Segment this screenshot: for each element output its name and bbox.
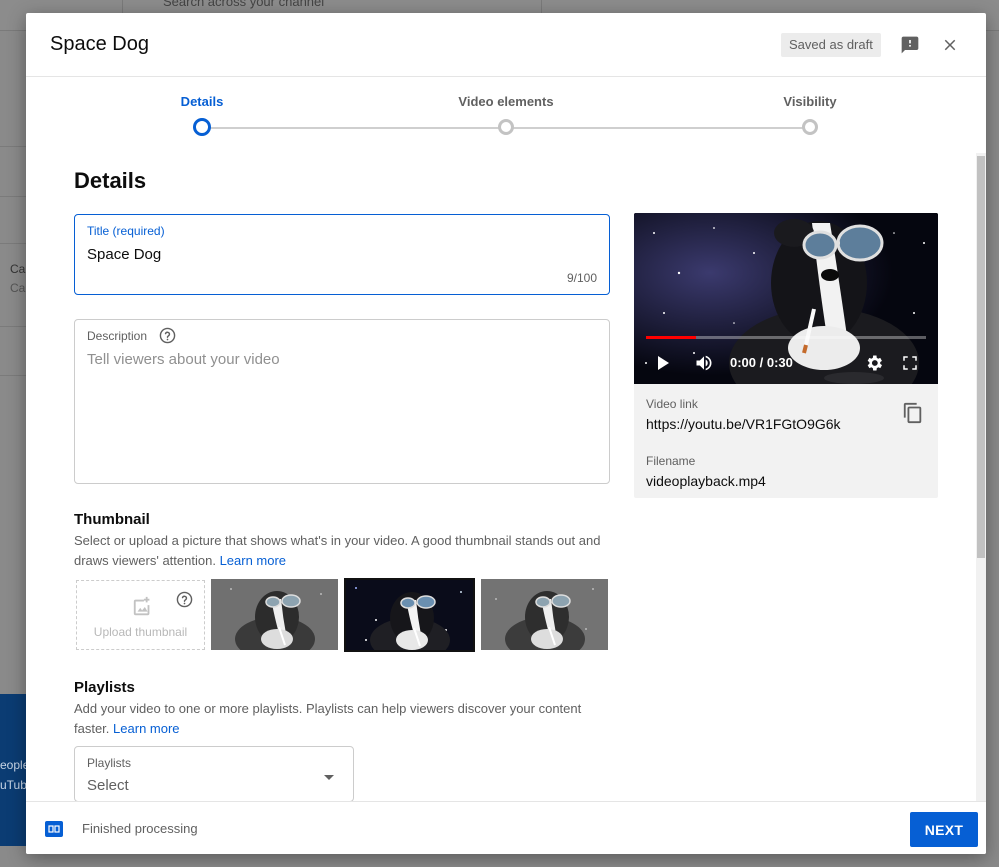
background-divider bbox=[0, 243, 26, 244]
playlists-description: Add your video to one or more playlists.… bbox=[74, 699, 594, 739]
background-text: Ca bbox=[10, 281, 26, 295]
title-field[interactable]: Title (required) Space Dog 9/100 bbox=[74, 214, 610, 295]
video-link-label: Video link bbox=[646, 397, 698, 411]
details-heading: Details bbox=[74, 168, 147, 193]
add-photo-icon bbox=[132, 596, 154, 623]
playlists-select-label: Playlists bbox=[87, 756, 132, 770]
background-divider bbox=[0, 146, 26, 147]
step-visibility-label[interactable]: Visibility bbox=[783, 94, 836, 109]
help-icon[interactable] bbox=[176, 591, 193, 613]
video-preview-card: 0:00 / 0:30 Video link https://youtu.be/… bbox=[634, 213, 938, 498]
upload-thumbnail-label: Upload thumbnail bbox=[93, 625, 188, 639]
step-video-elements-label[interactable]: Video elements bbox=[458, 94, 553, 109]
help-icon[interactable] bbox=[159, 327, 176, 349]
background-divider bbox=[0, 375, 26, 376]
filename-value: videoplayback.mp4 bbox=[646, 473, 766, 489]
copy-icon[interactable] bbox=[902, 401, 924, 430]
feedback-icon[interactable] bbox=[898, 33, 922, 57]
background-divider bbox=[0, 196, 26, 197]
close-icon[interactable] bbox=[938, 33, 962, 57]
upload-dialog: Space Dog Saved as draft Details Video e… bbox=[26, 13, 986, 854]
thumbnail-heading: Thumbnail bbox=[74, 511, 150, 528]
play-icon[interactable] bbox=[651, 353, 675, 373]
stepper-connector bbox=[506, 127, 810, 129]
step-visibility-dot[interactable] bbox=[802, 119, 818, 135]
draft-status-badge: Saved as draft bbox=[781, 33, 881, 57]
background-divider bbox=[0, 326, 26, 327]
fullscreen-icon[interactable] bbox=[898, 353, 922, 373]
video-time-display: 0:00 / 0:30 bbox=[730, 355, 793, 370]
processing-status-text: Finished processing bbox=[82, 821, 198, 836]
volume-icon[interactable] bbox=[692, 353, 716, 373]
upload-stepper: Details Video elements Visibility bbox=[26, 77, 986, 147]
scrollbar-thumb[interactable] bbox=[977, 156, 985, 558]
playlists-select[interactable]: Playlists Select bbox=[74, 746, 354, 802]
hd-processing-icon bbox=[45, 821, 63, 837]
thumbnail-option-1[interactable] bbox=[211, 579, 338, 650]
playlists-heading: Playlists bbox=[74, 679, 135, 696]
dialog-header: Space Dog Saved as draft bbox=[26, 13, 986, 77]
dialog-title: Space Dog bbox=[50, 33, 149, 55]
thumbnail-description: Select or upload a picture that shows wh… bbox=[74, 531, 614, 571]
video-progress-played bbox=[646, 336, 697, 339]
thumbnail-learn-more-link[interactable]: Learn more bbox=[220, 553, 286, 568]
title-char-counter: 9/100 bbox=[566, 271, 597, 285]
playlists-select-value: Select bbox=[87, 777, 129, 794]
thumbnail-option-2-selected[interactable] bbox=[344, 578, 475, 652]
step-details-dot[interactable] bbox=[193, 118, 211, 136]
description-input[interactable]: Tell viewers about your video bbox=[87, 351, 280, 368]
title-input[interactable]: Space Dog bbox=[87, 246, 161, 263]
background-banner-text: eople bbox=[0, 758, 30, 772]
background-text: Ca bbox=[10, 262, 26, 276]
step-details-label[interactable]: Details bbox=[181, 94, 224, 109]
settings-gear-icon[interactable] bbox=[862, 353, 886, 373]
upload-thumbnail-button[interactable]: Upload thumbnail bbox=[76, 580, 205, 650]
title-field-label: Title (required) bbox=[87, 224, 165, 238]
next-button[interactable]: NEXT bbox=[910, 812, 978, 847]
description-field[interactable]: Description Tell viewers about your vide… bbox=[74, 319, 610, 484]
video-player[interactable]: 0:00 / 0:30 bbox=[634, 213, 938, 384]
filename-label: Filename bbox=[646, 454, 696, 468]
playlists-learn-more-link[interactable]: Learn more bbox=[113, 721, 179, 736]
thumbnail-description-text: Select or upload a picture that shows wh… bbox=[74, 533, 601, 568]
description-field-label: Description bbox=[87, 329, 148, 343]
background-banner: eople uTub bbox=[0, 694, 30, 846]
video-progress-bar[interactable] bbox=[646, 336, 926, 339]
thumbnail-option-3[interactable] bbox=[481, 579, 608, 650]
video-link[interactable]: https://youtu.be/VR1FGtO9G6k bbox=[646, 416, 841, 432]
chevron-down-icon bbox=[323, 769, 335, 787]
dialog-footer: Finished processing NEXT bbox=[26, 801, 986, 854]
background-banner-text: uTub bbox=[0, 778, 27, 792]
stepper-connector bbox=[202, 127, 506, 129]
step-video-elements-dot[interactable] bbox=[498, 119, 514, 135]
